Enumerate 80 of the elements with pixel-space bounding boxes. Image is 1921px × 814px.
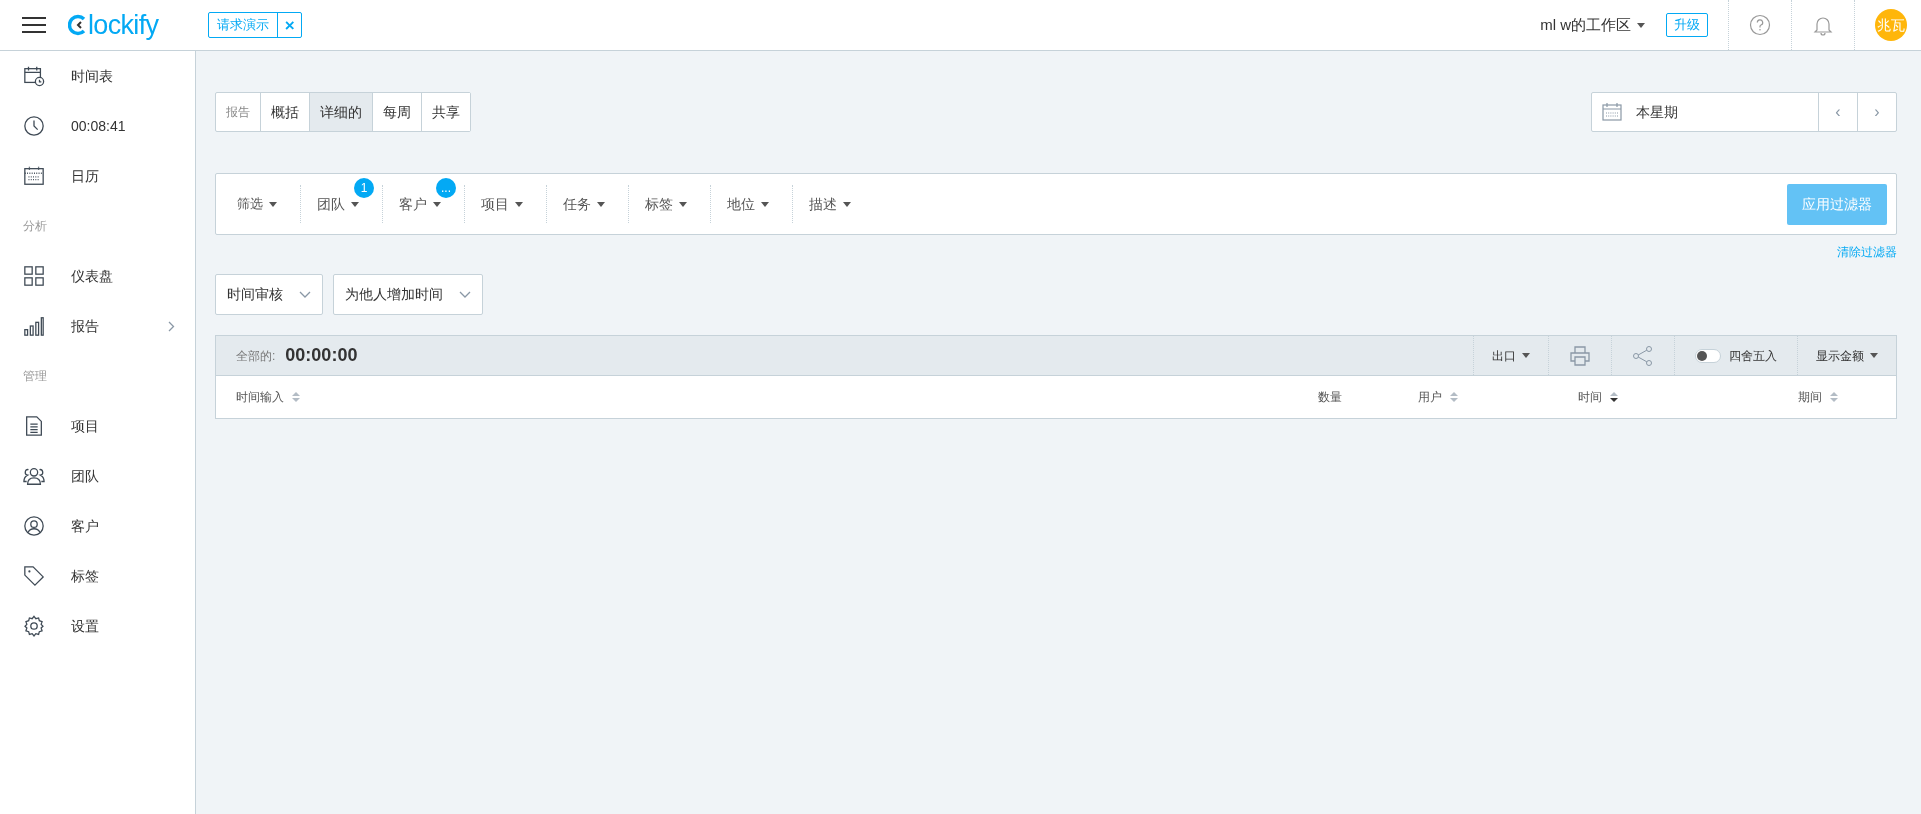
chevron-down-icon	[299, 290, 311, 299]
nav-item[interactable]: 时间表	[0, 51, 195, 101]
timesheet-icon	[23, 65, 45, 87]
clock-icon	[23, 115, 45, 137]
export-dropdown[interactable]: 出口	[1473, 336, 1548, 375]
nav-label: 客户	[71, 516, 100, 536]
report-tab[interactable]: 详细的	[310, 93, 373, 131]
tag-icon	[23, 565, 45, 587]
nav-item[interactable]: 项目	[0, 401, 195, 451]
nav-label: 设置	[71, 616, 100, 636]
nav-item[interactable]: 日历	[0, 151, 195, 201]
dashboard-icon	[23, 265, 45, 287]
rounding-label: 四舍五入	[1729, 347, 1777, 365]
column-header: 用户	[1418, 389, 1442, 406]
date-range-picker[interactable]: 本星期	[1592, 93, 1818, 131]
rounding-toggle[interactable]	[1695, 348, 1721, 363]
caret-icon	[1637, 22, 1645, 28]
nav-label: 标签	[71, 566, 100, 586]
people-icon	[23, 465, 45, 487]
filter-dropdown[interactable]: 地位	[727, 193, 776, 215]
nav-item[interactable]: 00:08:41	[0, 101, 195, 151]
filter-dropdown[interactable]: 标签	[645, 193, 694, 215]
filter-dropdown[interactable]: 任务	[563, 193, 612, 215]
calendar-icon	[23, 165, 45, 187]
document-icon	[23, 415, 45, 437]
nav-label: 时间表	[71, 66, 114, 86]
count-badge: 1	[354, 178, 374, 198]
column-header: 时间	[1578, 389, 1602, 406]
nav-label: 00:08:41	[71, 116, 127, 136]
show-amount-dropdown[interactable]: 显示金额	[1797, 336, 1896, 375]
dropdown[interactable]: 为他人增加时间	[333, 274, 483, 315]
section-heading: 管理	[22, 368, 48, 385]
column-header: 数量	[1318, 389, 1342, 406]
calendar-icon	[1602, 102, 1622, 122]
nav-label: 团队	[71, 466, 100, 486]
column-header: 时间输入	[236, 389, 284, 406]
caret-icon	[1522, 353, 1530, 358]
nav-item[interactable]: 标签	[0, 551, 195, 601]
caret-icon	[269, 201, 277, 207]
dropdown[interactable]: 时间审核	[215, 274, 323, 315]
nav-item[interactable]: 客户	[0, 501, 195, 551]
section-heading: 分析	[22, 218, 48, 235]
nav-label: 项目	[71, 416, 100, 436]
count-badge: ...	[436, 178, 456, 198]
nav-item[interactable]: 报告	[0, 301, 195, 351]
chevron-down-icon	[459, 290, 471, 299]
total-time: 00:00:00	[285, 344, 358, 367]
menu-button[interactable]	[22, 15, 46, 35]
chevron-right-icon[interactable]	[168, 320, 175, 332]
nav-label: 报告	[71, 316, 100, 336]
printer-icon[interactable]	[1569, 344, 1591, 367]
bell-icon[interactable]	[1812, 14, 1834, 36]
bar-chart-icon	[23, 315, 45, 337]
nav-item[interactable]: 团队	[0, 451, 195, 501]
date-range-value: 本星期	[1636, 102, 1678, 122]
workspace-selector[interactable]: ml w的工作区	[1540, 13, 1645, 37]
user-circle-icon	[23, 515, 45, 537]
caret-icon	[1870, 353, 1878, 358]
caret-icon	[597, 201, 605, 207]
caret-icon	[351, 201, 359, 207]
filter-dropdown[interactable]: 项目	[481, 193, 530, 215]
logo-text: lockify	[88, 11, 159, 39]
total-label: 全部的:	[236, 347, 276, 365]
share-icon[interactable]	[1632, 344, 1654, 367]
nav-item[interactable]: 设置	[0, 601, 195, 651]
caret-icon	[433, 201, 441, 207]
caret-icon	[515, 201, 523, 207]
caret-icon	[679, 201, 687, 207]
help-icon[interactable]	[1749, 14, 1771, 36]
logo-mark-icon	[68, 14, 88, 36]
nav-item[interactable]: 仪表盘	[0, 251, 195, 301]
caret-icon	[843, 201, 851, 207]
nav-label: 日历	[71, 166, 100, 186]
filter-dropdown[interactable]: 筛选	[237, 194, 284, 214]
settings-icon	[23, 615, 45, 637]
nav-label: 仪表盘	[71, 266, 114, 286]
column-header: 期间	[1798, 389, 1822, 406]
sort-icon[interactable]	[1610, 392, 1618, 402]
caret-icon	[761, 201, 769, 207]
filter-dropdown[interactable]: 描述	[809, 193, 858, 215]
